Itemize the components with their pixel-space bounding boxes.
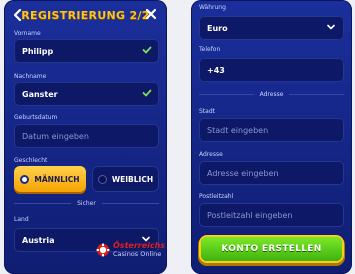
currency-select[interactable]: Euro [199,16,344,40]
gender-male-label: MÄNNLICH [34,174,80,184]
phone-label: Telefon [199,46,221,53]
watermark-logo: Österreichs Casinos Online [96,236,167,264]
checkmark-icon [142,88,152,98]
panel-header: REGISTRIERUNG 2/2 [4,0,167,30]
close-icon[interactable] [145,7,157,21]
phone-value: +43 [207,65,225,75]
first-name-value: Philipp [22,46,54,56]
postcode-label: Postleitzahl [199,193,234,200]
phone-input[interactable]: +43 [199,58,344,82]
back-arrow-icon[interactable] [12,8,24,22]
registration-step-2-panel: REGISTRIERUNG 2/2 Vorname Philipp Nachna… [4,0,167,274]
birthdate-input[interactable]: Datum eingeben [14,124,159,148]
radio-selected-icon [20,174,30,184]
last-name-label: Nachname [14,73,47,80]
gender-female-label: WEIBLICH [111,174,154,184]
city-input[interactable]: Stadt eingeben [199,118,344,142]
chevron-down-icon [326,22,336,32]
gender-female-button[interactable]: WEIBLICH [92,166,159,192]
birthdate-label: Geburtsdatum [14,114,58,121]
address-input[interactable]: Adresse eingeben [199,161,344,185]
country-value: Austria [22,235,55,245]
watermark-line-1: Österreichs [113,241,166,250]
last-name-field[interactable]: Ganster [14,82,159,106]
city-label: Stadt [199,108,215,115]
last-name-value: Ganster [22,89,58,99]
address-divider: Adresse [199,90,344,98]
watermark-line-2: Casinos Online [113,250,162,258]
country-label: Land [14,216,29,223]
address-label: Adresse [199,151,223,158]
currency-label: Währung [199,4,226,11]
radio-unselected-icon [97,174,107,184]
address-divider-label: Adresse [259,90,284,98]
city-placeholder: Stadt eingeben [207,125,269,135]
security-divider: Sicher [14,199,159,207]
page-title: REGISTRIERUNG 2/2 [21,8,150,22]
first-name-field[interactable]: Philipp [14,39,159,63]
gender-label: Geschlecht [14,157,48,164]
postcode-input[interactable]: Postleitzahl eingeben [199,203,344,227]
currency-value: Euro [207,23,228,33]
gender-male-button[interactable]: MÄNNLICH [14,166,86,192]
checkmark-icon [142,45,152,55]
postcode-placeholder: Postleitzahl eingeben [207,210,293,220]
create-account-button[interactable]: KONTO ERSTELLEN [201,237,342,261]
address-placeholder: Adresse eingeben [207,168,279,178]
registration-details-panel: Währung Euro Telefon +43 Adresse Stadt S… [191,0,352,274]
security-divider-label: Sicher [77,199,96,207]
first-name-label: Vorname [14,30,41,37]
birthdate-placeholder: Datum eingeben [22,131,89,141]
chip-icon [96,243,110,257]
